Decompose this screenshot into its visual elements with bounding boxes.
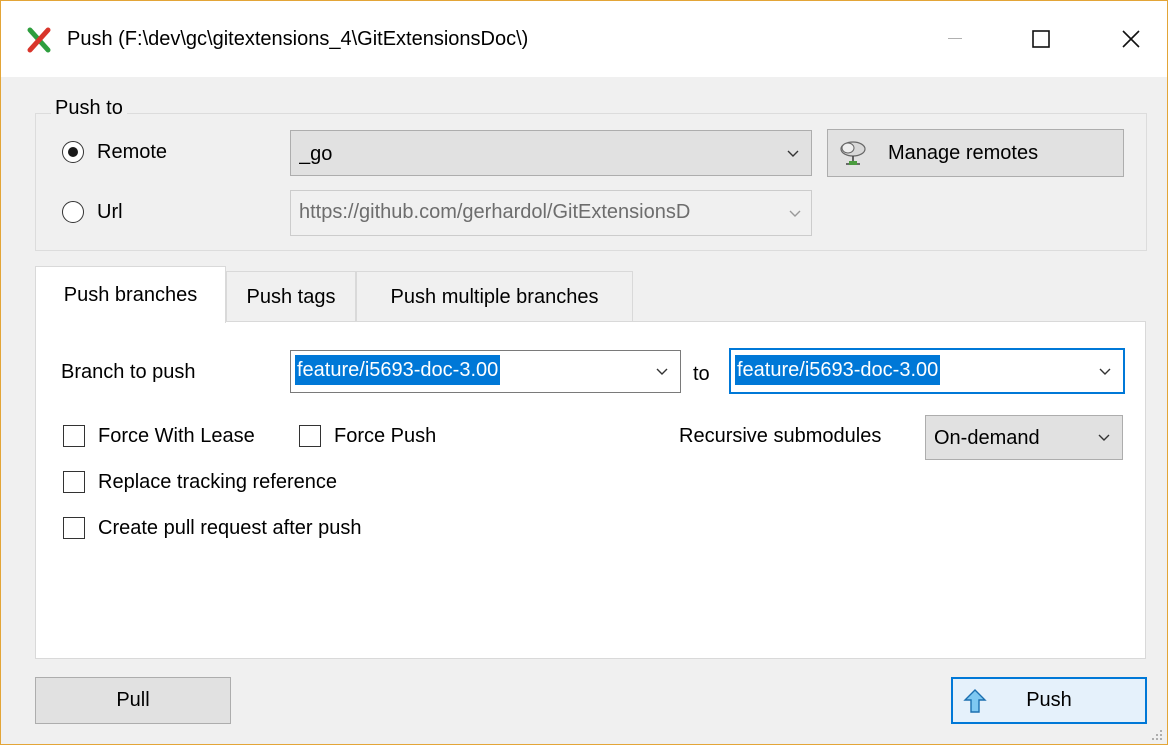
maximize-button[interactable] <box>1013 19 1069 59</box>
manage-remotes-button[interactable]: Manage remotes <box>827 129 1124 177</box>
manage-remotes-label: Manage remotes <box>888 141 1039 164</box>
target-branch-combo-value: feature/i5693-doc-3.00 <box>735 355 941 385</box>
push-button-label: Push <box>1026 689 1072 711</box>
recursive-submodules-label: Recursive submodules <box>679 425 882 447</box>
push-button[interactable]: Push <box>951 677 1147 724</box>
url-radio[interactable] <box>62 201 84 223</box>
tab-push-multiple-branches[interactable]: Push multiple branches <box>356 271 633 323</box>
push-dialog: Push (F:\dev\gc\gitextensions_4\GitExten… <box>0 0 1168 745</box>
force-push-checkbox[interactable] <box>299 425 321 447</box>
branch-combo-value: feature/i5693-doc-3.00 <box>295 355 501 385</box>
gitextensions-app-icon <box>27 27 51 53</box>
pull-button-label: Pull <box>116 689 150 711</box>
branch-combo[interactable]: feature/i5693-doc-3.00 <box>290 350 681 393</box>
title-bar: Push (F:\dev\gc\gitextensions_4\GitExten… <box>1 1 1167 77</box>
minimize-button[interactable] <box>927 19 983 59</box>
minimize-icon <box>948 38 962 39</box>
tab-push-tags[interactable]: Push tags <box>226 271 356 323</box>
url-radio-label: Url <box>97 201 123 223</box>
remote-select-value: _go <box>299 143 333 165</box>
close-icon <box>1122 30 1140 48</box>
recursive-submodules-value: On-demand <box>934 427 1040 449</box>
url-select-value: https://github.com/gerhardol/GitExtensio… <box>299 201 691 223</box>
create-pr-checkbox[interactable] <box>63 517 85 539</box>
remote-select[interactable]: _go <box>290 130 812 176</box>
branch-to-push-label: Branch to push <box>61 361 196 383</box>
tab-push-branches[interactable]: Push branches <box>35 266 226 323</box>
chevron-down-icon <box>656 368 668 375</box>
remote-radio[interactable] <box>62 141 84 163</box>
replace-tracking-label: Replace tracking reference <box>98 471 338 493</box>
force-with-lease-label: Force With Lease <box>98 425 255 447</box>
resize-grip-icon[interactable] <box>1149 727 1163 741</box>
chevron-down-icon <box>1098 434 1110 441</box>
close-button[interactable] <box>1103 19 1159 59</box>
chevron-down-icon <box>1099 368 1111 375</box>
to-label: to <box>693 363 710 385</box>
radio-selected-dot <box>68 147 78 157</box>
force-with-lease-checkbox[interactable] <box>63 425 85 447</box>
replace-tracking-checkbox[interactable] <box>63 471 85 493</box>
remotes-icon <box>840 141 866 165</box>
maximize-icon <box>1032 30 1050 48</box>
url-select[interactable]: https://github.com/gerhardol/GitExtensio… <box>290 190 812 236</box>
create-pr-label: Create pull request after push <box>98 517 362 539</box>
window-title: Push (F:\dev\gc\gitextensions_4\GitExten… <box>67 28 529 50</box>
remote-radio-label: Remote <box>97 141 168 163</box>
force-push-label: Force Push <box>334 425 437 447</box>
push-to-label: Push to <box>51 97 127 120</box>
recursive-submodules-select[interactable]: On-demand <box>925 415 1123 460</box>
chevron-down-icon <box>789 210 801 217</box>
target-branch-combo[interactable]: feature/i5693-doc-3.00 <box>729 348 1125 394</box>
push-arrow-icon <box>963 689 987 713</box>
chevron-down-icon <box>787 150 799 157</box>
pull-button[interactable]: Pull <box>35 677 231 724</box>
